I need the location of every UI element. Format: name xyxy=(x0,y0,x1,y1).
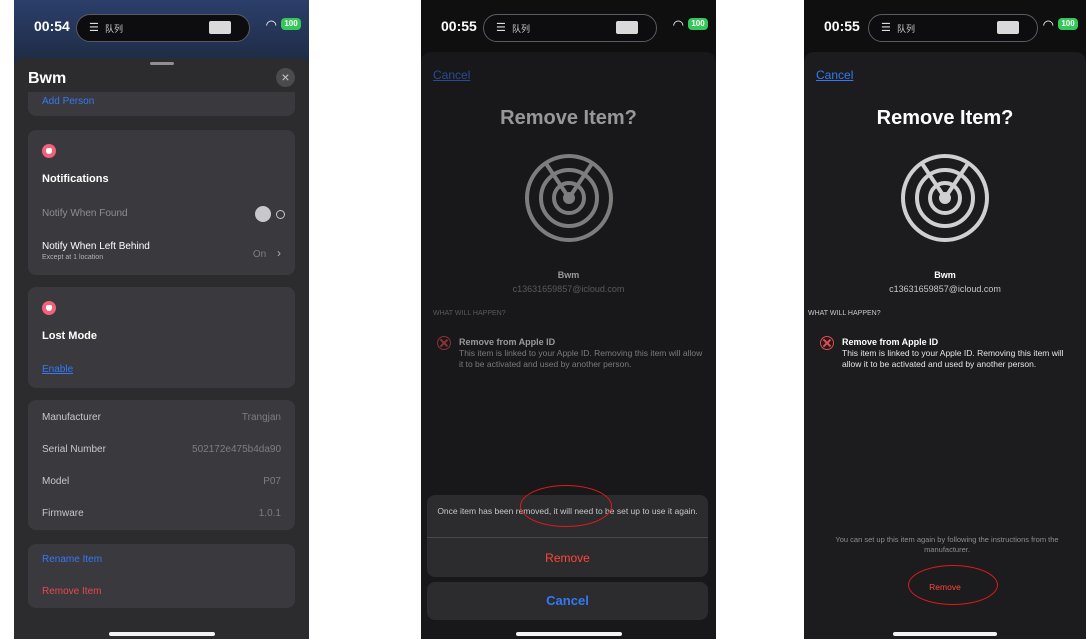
dynamic-island[interactable]: ☰ 队列 xyxy=(483,14,657,42)
firmware-label: Firmware xyxy=(42,508,84,519)
item-detail-sheet: Bwm × Add Person Notifications Notify Wh… xyxy=(14,58,309,639)
cancel-link[interactable]: Cancel xyxy=(433,68,470,82)
phone-screen-remove-confirm-sheet: 00:55 ☰ 队列 ◠ 100 Cancel Remove Item? Bwm… xyxy=(421,0,716,639)
annotation-circle xyxy=(908,565,998,605)
manufacturer-value: Trangjan xyxy=(241,412,281,423)
home-indicator[interactable] xyxy=(893,632,997,636)
status-bar: 00:54 ☰ 队列 ◠ 100 xyxy=(14,0,309,54)
wifi-icon: ◠ xyxy=(265,17,277,32)
battery-indicator: 100 xyxy=(688,18,708,30)
battery-indicator: 100 xyxy=(1058,18,1078,30)
notify-when-found-label: Notify When Found xyxy=(42,208,128,219)
battery-indicator: 100 xyxy=(281,18,301,30)
sheet-grabber[interactable] xyxy=(149,62,174,65)
lost-mode-card: Lost Mode Enable xyxy=(28,287,295,388)
remove-from-apple-id-title: Remove from Apple ID xyxy=(842,337,939,347)
notifications-card: Notifications Notify When Found Notify W… xyxy=(28,130,295,275)
notify-left-value: On xyxy=(252,249,267,260)
model-value: P07 xyxy=(263,476,281,487)
firmware-value: 1.0.1 xyxy=(258,508,281,519)
dynamic-island[interactable]: ☰ 队列 xyxy=(868,14,1038,42)
confirm-remove-button[interactable]: Remove xyxy=(427,551,708,565)
notify-when-left-behind-value[interactable]: On › xyxy=(253,246,281,260)
chevron-right-icon: › xyxy=(277,246,281,260)
queue-icon: ☰ xyxy=(881,22,891,34)
notify-when-left-behind-label[interactable]: Notify When Left Behind xyxy=(42,241,150,252)
island-label: 队列 xyxy=(897,24,916,34)
toggle-off-indicator xyxy=(276,210,285,219)
notify-when-found-toggle[interactable] xyxy=(255,206,285,222)
remove-item-title: Remove Item? xyxy=(500,107,637,129)
what-will-happen-header: WHAT WILL HAPPEN? xyxy=(808,310,881,317)
lost-mode-heading: Lost Mode xyxy=(42,330,97,342)
island-label: 队列 xyxy=(105,24,124,34)
item-name: Bwm xyxy=(557,270,580,280)
enable-lost-mode-link[interactable]: Enable xyxy=(42,364,73,375)
toggle-knob xyxy=(255,206,271,222)
close-button[interactable]: × xyxy=(276,68,295,87)
people-card: Add Person xyxy=(28,92,295,116)
manufacturer-label: Manufacturer xyxy=(42,412,101,423)
close-icon: × xyxy=(281,69,290,85)
sheet-title: Bwm xyxy=(28,70,67,87)
remove-item-title: Remove Item? xyxy=(876,107,1014,129)
remove-x-icon xyxy=(437,336,451,350)
item-radar-icon xyxy=(901,154,989,242)
phone-screen-remove-item: 00:55 ☰ 队列 ◠ 100 Cancel Remove Item? Bwm… xyxy=(804,0,1086,639)
cancel-link[interactable]: Cancel xyxy=(816,68,853,82)
remove-from-apple-id-title: Remove from Apple ID xyxy=(459,337,556,347)
rename-item-button[interactable]: Rename Item xyxy=(42,554,102,565)
actions-card: Rename Item Remove Item xyxy=(28,544,295,608)
annotation-circle xyxy=(520,485,612,527)
status-time: 00:55 xyxy=(441,18,477,34)
queue-icon: ☰ xyxy=(496,22,506,34)
remove-item-sheet: Cancel Remove Item? Bwm c13631659857@icl… xyxy=(421,52,716,639)
model-label: Model xyxy=(42,476,70,487)
notify-when-left-behind-sub: Except at 1 location xyxy=(42,254,104,261)
remove-item-sheet: Cancel Remove Item? Bwm c13631659857@icl… xyxy=(804,52,1086,639)
action-cancel-button[interactable]: Cancel xyxy=(427,582,708,620)
item-radar-icon xyxy=(524,154,613,242)
dynamic-island[interactable]: ☰ 队列 xyxy=(76,14,250,42)
item-email: c13631659857@icloud.com xyxy=(889,284,1001,294)
ticket-icon xyxy=(997,21,1019,34)
item-email: c13631659857@icloud.com xyxy=(512,284,625,294)
notifications-heading: Notifications xyxy=(42,173,109,185)
remove-from-apple-id-description: This item is linked to your Apple ID. Re… xyxy=(459,348,703,369)
action-sheet-divider xyxy=(427,537,708,538)
remove-x-icon xyxy=(820,336,834,350)
phone-screen-item-details: 00:54 ☰ 队列 ◠ 100 Bwm × Add Person Notifi… xyxy=(14,0,309,639)
serial-number-label: Serial Number xyxy=(42,444,106,455)
lock-icon xyxy=(42,301,56,315)
add-person-link[interactable]: Add Person xyxy=(42,96,94,107)
status-bar: 00:55 ☰ 队列 ◠ 100 xyxy=(421,0,716,54)
bell-icon xyxy=(42,144,56,158)
remove-item-button[interactable]: Remove Item xyxy=(42,586,101,597)
home-indicator[interactable] xyxy=(108,632,215,636)
status-time: 00:54 xyxy=(34,18,70,34)
remove-from-apple-id-description: This item is linked to your Apple ID. Re… xyxy=(842,348,1064,369)
serial-number-value: 502172e475b4da90 xyxy=(192,444,281,455)
what-will-happen-header: WHAT WILL HAPPEN? xyxy=(433,310,506,317)
setup-again-note: You can set up this item again by follow… xyxy=(835,535,1059,554)
status-bar: 00:55 ☰ 队列 ◠ 100 xyxy=(804,0,1086,54)
home-indicator[interactable] xyxy=(515,632,622,636)
device-info-card: Manufacturer Trangjan Serial Number 5021… xyxy=(28,400,295,530)
island-label: 队列 xyxy=(512,24,531,34)
wifi-icon: ◠ xyxy=(672,17,684,32)
item-name: Bwm xyxy=(934,270,956,280)
status-time: 00:55 xyxy=(824,18,860,34)
queue-icon: ☰ xyxy=(89,22,99,34)
ticket-icon xyxy=(616,21,638,34)
ticket-icon xyxy=(209,21,231,34)
wifi-icon: ◠ xyxy=(1042,17,1054,32)
